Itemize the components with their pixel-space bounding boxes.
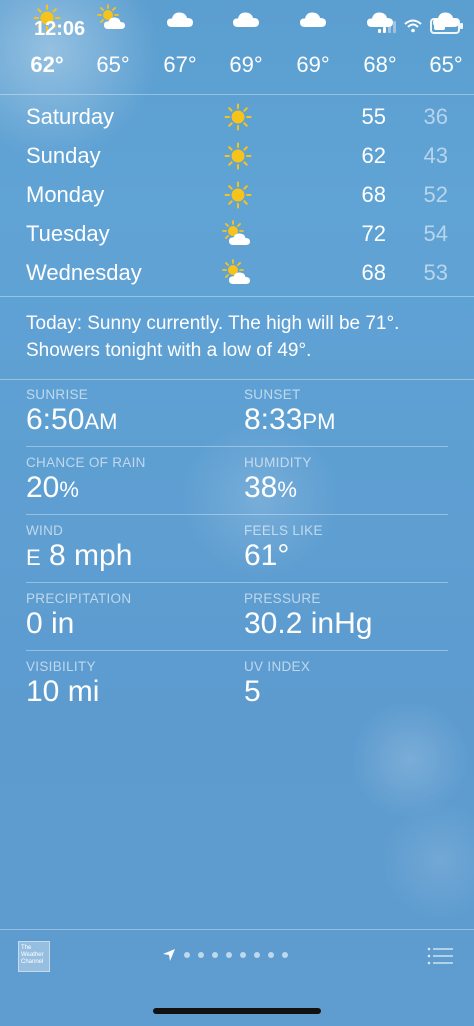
day-high-temp: 72 <box>361 221 386 246</box>
chance-of-rain-cell: CHANCE OF RAIN 20% <box>26 455 146 505</box>
partly-cloudy-icon <box>220 220 256 248</box>
status-time: 12:06 <box>34 18 86 40</box>
hourly-temp: 69° <box>296 52 330 77</box>
sunset-value: 8:33PM <box>244 403 336 436</box>
detail-row: CHANCE OF RAIN 20% HUMIDITY 38% <box>0 447 474 514</box>
daily-row: Sunday 62 43 <box>0 137 474 176</box>
day-name: Sunday <box>26 143 101 168</box>
visibility-label: VISIBILITY <box>26 659 96 674</box>
day-low-temp: 43 <box>423 143 448 168</box>
page-dot[interactable] <box>240 952 246 958</box>
home-indicator[interactable] <box>153 1008 321 1014</box>
detail-row: SUNRISE 6:50AM SUNSET 8:33PM <box>0 379 474 446</box>
sunrise-cell: SUNRISE 6:50AM <box>26 387 117 437</box>
page-dot[interactable] <box>212 952 218 958</box>
weather-channel-logo[interactable]: The Weather Channel <box>18 941 50 972</box>
feels-like-label: FEELS LIKE <box>244 523 323 538</box>
list-icon[interactable] <box>426 945 454 967</box>
hourly-temp: 68° <box>363 52 397 77</box>
day-high-temp: 68 <box>361 260 386 285</box>
visibility-cell: VISIBILITY 10 mi <box>26 659 99 709</box>
day-low-temp: 36 <box>423 104 448 129</box>
battery-icon <box>430 18 463 34</box>
pressure-cell: PRESSURE 30.2 inHg <box>244 591 372 641</box>
precipitation-label: PRECIPITATION <box>26 591 132 606</box>
daily-row: Tuesday 72 54 <box>0 215 474 254</box>
wifi-icon <box>404 19 422 33</box>
partly-cloudy-icon <box>220 259 256 287</box>
hourly-temp: 67° <box>163 52 197 77</box>
divider <box>0 94 474 95</box>
day-name: Monday <box>26 182 105 207</box>
detail-row: WIND E 8 mph FEELS LIKE 61° <box>0 515 474 582</box>
hourly-temp: 69° <box>229 52 263 77</box>
daily-row: Monday 68 52 <box>0 176 474 215</box>
day-high-temp: 68 <box>361 182 386 207</box>
hourly-temp: 65° <box>429 52 463 77</box>
day-high-temp: 62 <box>361 143 386 168</box>
chance-of-rain-value: 20% <box>26 471 79 504</box>
page-dot[interactable] <box>198 952 204 958</box>
daily-forecast[interactable]: Saturday 55 36 Sunday 62 43 Monday 68 52… <box>0 98 474 293</box>
sunrise-value: 6:50AM <box>26 403 118 436</box>
detail-row: VISIBILITY 10 mi UV INDEX 5 <box>0 651 474 718</box>
page-indicator[interactable] <box>162 948 288 962</box>
humidity-value: 38% <box>244 471 297 504</box>
day-name: Saturday <box>26 104 115 129</box>
day-low-temp: 53 <box>423 260 448 285</box>
wind-value: E 8 mph <box>26 539 133 572</box>
page-dot[interactable] <box>254 952 260 958</box>
sunrise-label: SUNRISE <box>26 387 89 402</box>
sun-icon <box>220 103 256 131</box>
status-bar: 12:06 <box>0 0 474 44</box>
uv-index-label: UV INDEX <box>244 659 311 674</box>
hourly-temp: 62° <box>30 52 64 77</box>
divider <box>0 296 474 297</box>
sun-icon <box>220 142 256 170</box>
precipitation-cell: PRECIPITATION 0 in <box>26 591 131 641</box>
location-arrow-icon <box>163 949 175 961</box>
day-name: Tuesday <box>26 221 110 246</box>
daily-row: Wednesday 68 53 <box>0 254 474 293</box>
today-summary: Today: Sunny currently. The high will be… <box>26 313 400 361</box>
feels-like-cell: FEELS LIKE 61° <box>244 523 323 573</box>
pressure-value: 30.2 inHg <box>244 607 373 640</box>
day-high-temp: 55 <box>361 104 386 129</box>
day-low-temp: 52 <box>423 182 448 207</box>
bottom-bar: The Weather Channel <box>0 930 474 980</box>
page-dot[interactable] <box>184 952 190 958</box>
visibility-value: 10 mi <box>26 675 100 708</box>
sunset-cell: SUNSET 8:33PM <box>244 387 335 437</box>
uv-index-value: 5 <box>244 675 261 708</box>
precipitation-value: 0 in <box>26 607 75 640</box>
hourly-temp: 65° <box>96 52 130 77</box>
cellular-signal-icon <box>378 19 396 33</box>
page-dot[interactable] <box>268 952 274 958</box>
day-low-temp: 54 <box>423 221 448 246</box>
feels-like-value: 61° <box>244 539 290 572</box>
sun-icon <box>220 181 256 209</box>
page-dot[interactable] <box>282 952 288 958</box>
weather-details: SUNRISE 6:50AM SUNSET 8:33PM CHANCE OF R… <box>0 379 474 718</box>
humidity-label: HUMIDITY <box>244 455 312 470</box>
page-dot[interactable] <box>226 952 232 958</box>
wind-cell: WIND E 8 mph <box>26 523 132 573</box>
chance-of-rain-label: CHANCE OF RAIN <box>26 455 146 470</box>
wind-label: WIND <box>26 523 64 538</box>
uv-index-cell: UV INDEX 5 <box>244 659 310 709</box>
daily-row: Saturday 55 36 <box>0 98 474 137</box>
day-name: Wednesday <box>26 260 142 285</box>
detail-row: PRECIPITATION 0 in PRESSURE 30.2 inHg <box>0 583 474 650</box>
pressure-label: PRESSURE <box>244 591 321 606</box>
sunset-label: SUNSET <box>244 387 301 402</box>
humidity-cell: HUMIDITY 38% <box>244 455 312 505</box>
